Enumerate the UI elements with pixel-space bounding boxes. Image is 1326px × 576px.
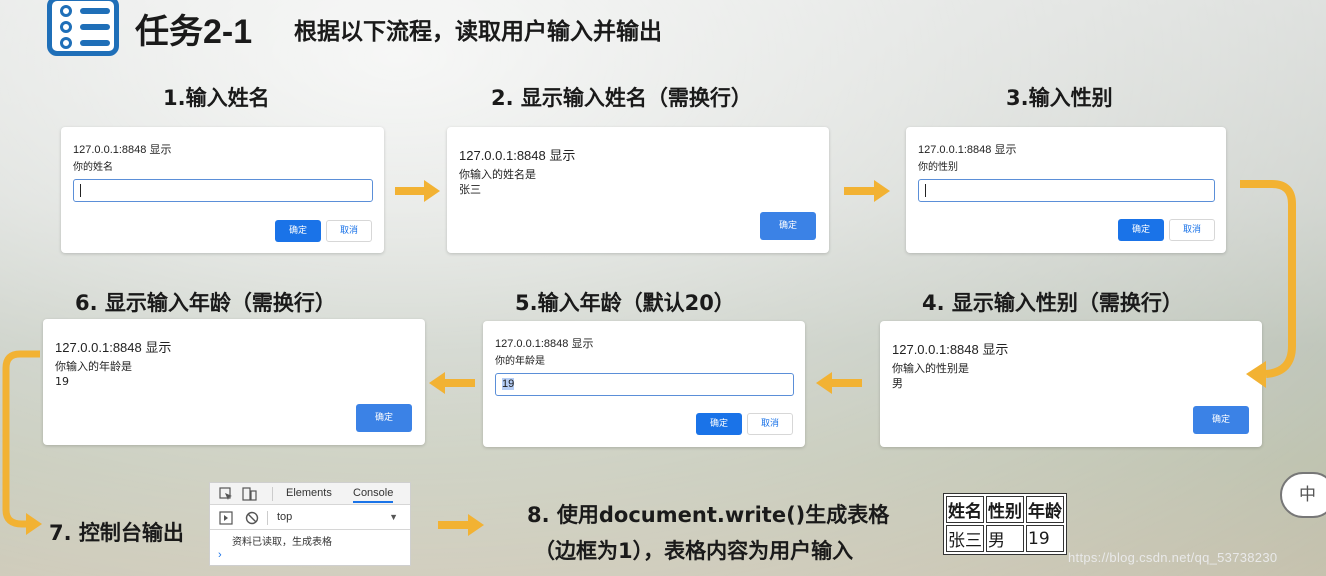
list-line bbox=[80, 8, 110, 14]
dialog-message: 你输入的姓名是 张三 bbox=[459, 168, 536, 196]
list-line bbox=[80, 24, 110, 30]
age-input-value: 19 bbox=[502, 378, 515, 390]
ime-language-button[interactable]: 中 bbox=[1280, 472, 1326, 518]
step-4-label: 4. 显示输入性别（需换行） bbox=[922, 291, 1183, 315]
ok-button[interactable]: 确定 bbox=[760, 212, 816, 240]
cancel-button[interactable]: 取消 bbox=[326, 220, 372, 242]
ok-button[interactable]: 确定 bbox=[1118, 219, 1164, 241]
cancel-button[interactable]: 取消 bbox=[1169, 219, 1215, 241]
text-caret bbox=[925, 183, 926, 197]
result-table: 姓名 性别 年龄 张三 男 19 bbox=[943, 493, 1067, 555]
tab-elements[interactable]: Elements bbox=[286, 487, 332, 499]
divider bbox=[267, 511, 268, 525]
table-header-row: 姓名 性别 年龄 bbox=[946, 496, 1064, 523]
inspect-element-icon[interactable] bbox=[219, 487, 233, 501]
dialog-message: 你输入的年龄是 19 bbox=[55, 360, 132, 388]
check-circle-icon bbox=[60, 21, 72, 33]
dialog-origin: 127.0.0.1:8848 显示 bbox=[892, 342, 1009, 357]
clear-console-icon[interactable] bbox=[245, 511, 259, 525]
table-cell: 张三 bbox=[946, 525, 984, 552]
context-select[interactable]: top ▼ bbox=[272, 509, 404, 527]
task-title: 任务2-1 bbox=[135, 13, 253, 51]
ok-button[interactable]: 确定 bbox=[275, 220, 321, 242]
check-circle-icon bbox=[60, 5, 72, 17]
dialog-origin: 127.0.0.1:8848 显示 bbox=[459, 148, 576, 163]
checklist-icon bbox=[47, 0, 119, 56]
table-cell: 男 bbox=[986, 525, 1024, 552]
alert-dialog-age: 127.0.0.1:8848 显示 你输入的年龄是 19 确定 bbox=[43, 319, 425, 445]
dialog-prompt: 你的性别 bbox=[918, 162, 958, 173]
step-3-label: 3.输入性别 bbox=[1006, 86, 1113, 110]
ok-button[interactable]: 确定 bbox=[356, 404, 412, 432]
alert-dialog-gender: 127.0.0.1:8848 显示 你输入的性别是 男 确定 bbox=[880, 321, 1262, 447]
sidebar-toggle-icon[interactable] bbox=[219, 511, 233, 525]
check-circle-icon bbox=[60, 37, 72, 49]
dialog-prompt: 你的年龄是 bbox=[495, 356, 545, 367]
ok-button[interactable]: 确定 bbox=[696, 413, 742, 435]
step-8-label-line1: 8. 使用document.write()生成表格 bbox=[527, 503, 890, 527]
step-5-label: 5.输入年龄（默认20） bbox=[515, 291, 735, 315]
name-input[interactable] bbox=[73, 179, 373, 202]
table-cell: 19 bbox=[1026, 525, 1064, 552]
table-row: 张三 男 19 bbox=[946, 525, 1064, 552]
age-input[interactable]: 19 bbox=[495, 373, 794, 396]
console-prompt-icon[interactable]: › bbox=[218, 549, 222, 561]
devtools-tabbar: Elements Console bbox=[210, 483, 410, 505]
chevron-down-icon: ▼ bbox=[389, 512, 398, 522]
ok-button[interactable]: 确定 bbox=[1193, 406, 1249, 434]
step-6-label: 6. 显示输入年龄（需换行） bbox=[75, 291, 336, 315]
left-arrow-icon bbox=[429, 372, 475, 394]
left-arrow-icon bbox=[816, 372, 862, 394]
dialog-origin: 127.0.0.1:8848 显示 bbox=[918, 144, 1017, 156]
dialog-message: 你输入的性别是 男 bbox=[892, 362, 969, 390]
step-7-label: 7. 控制台输出 bbox=[49, 521, 184, 545]
alert-dialog-name: 127.0.0.1:8848 显示 你输入的姓名是 张三 确定 bbox=[447, 127, 829, 253]
task-description: 根据以下流程，读取用户输入并输出 bbox=[294, 19, 662, 45]
context-select-value: top bbox=[277, 511, 293, 523]
cancel-button[interactable]: 取消 bbox=[747, 413, 793, 435]
step-2-label: 2. 显示输入姓名（需换行） bbox=[491, 86, 752, 110]
list-line bbox=[80, 40, 110, 46]
devtools-console: Elements Console top ▼ 资料已读取，生成表格 › bbox=[209, 482, 411, 566]
console-toolbar: top ▼ bbox=[210, 506, 410, 530]
right-arrow-icon bbox=[438, 514, 484, 536]
table-header-cell: 性别 bbox=[986, 496, 1024, 523]
curved-arrow-right-icon bbox=[1240, 180, 1296, 388]
dialog-origin: 127.0.0.1:8848 显示 bbox=[495, 338, 594, 350]
right-arrow-icon bbox=[844, 180, 890, 202]
device-toolbar-icon[interactable] bbox=[242, 487, 258, 501]
prompt-dialog-age: 127.0.0.1:8848 显示 你的年龄是 19 确定 取消 bbox=[483, 321, 805, 447]
step-8-label-line2: （边框为1），表格内容为用户输入 bbox=[534, 539, 854, 563]
watermark: https://blog.csdn.net/qq_53738230 bbox=[1068, 550, 1278, 565]
step-1-label: 1.输入姓名 bbox=[163, 86, 270, 110]
gender-input[interactable] bbox=[918, 179, 1215, 202]
divider bbox=[272, 487, 273, 501]
right-arrow-icon bbox=[395, 180, 440, 202]
prompt-dialog-name: 127.0.0.1:8848 显示 你的姓名 确定 取消 bbox=[61, 127, 384, 253]
dialog-origin: 127.0.0.1:8848 显示 bbox=[73, 144, 172, 156]
table-header-cell: 姓名 bbox=[946, 496, 984, 523]
curved-arrow-left-icon bbox=[2, 350, 42, 535]
text-caret bbox=[80, 183, 81, 197]
prompt-dialog-gender: 127.0.0.1:8848 显示 你的性别 确定 取消 bbox=[906, 127, 1226, 253]
console-log-line: 资料已读取，生成表格 bbox=[232, 537, 332, 548]
dialog-origin: 127.0.0.1:8848 显示 bbox=[55, 340, 172, 355]
tab-console[interactable]: Console bbox=[353, 487, 394, 503]
dialog-prompt: 你的姓名 bbox=[73, 162, 113, 173]
table-header-cell: 年龄 bbox=[1026, 496, 1064, 523]
